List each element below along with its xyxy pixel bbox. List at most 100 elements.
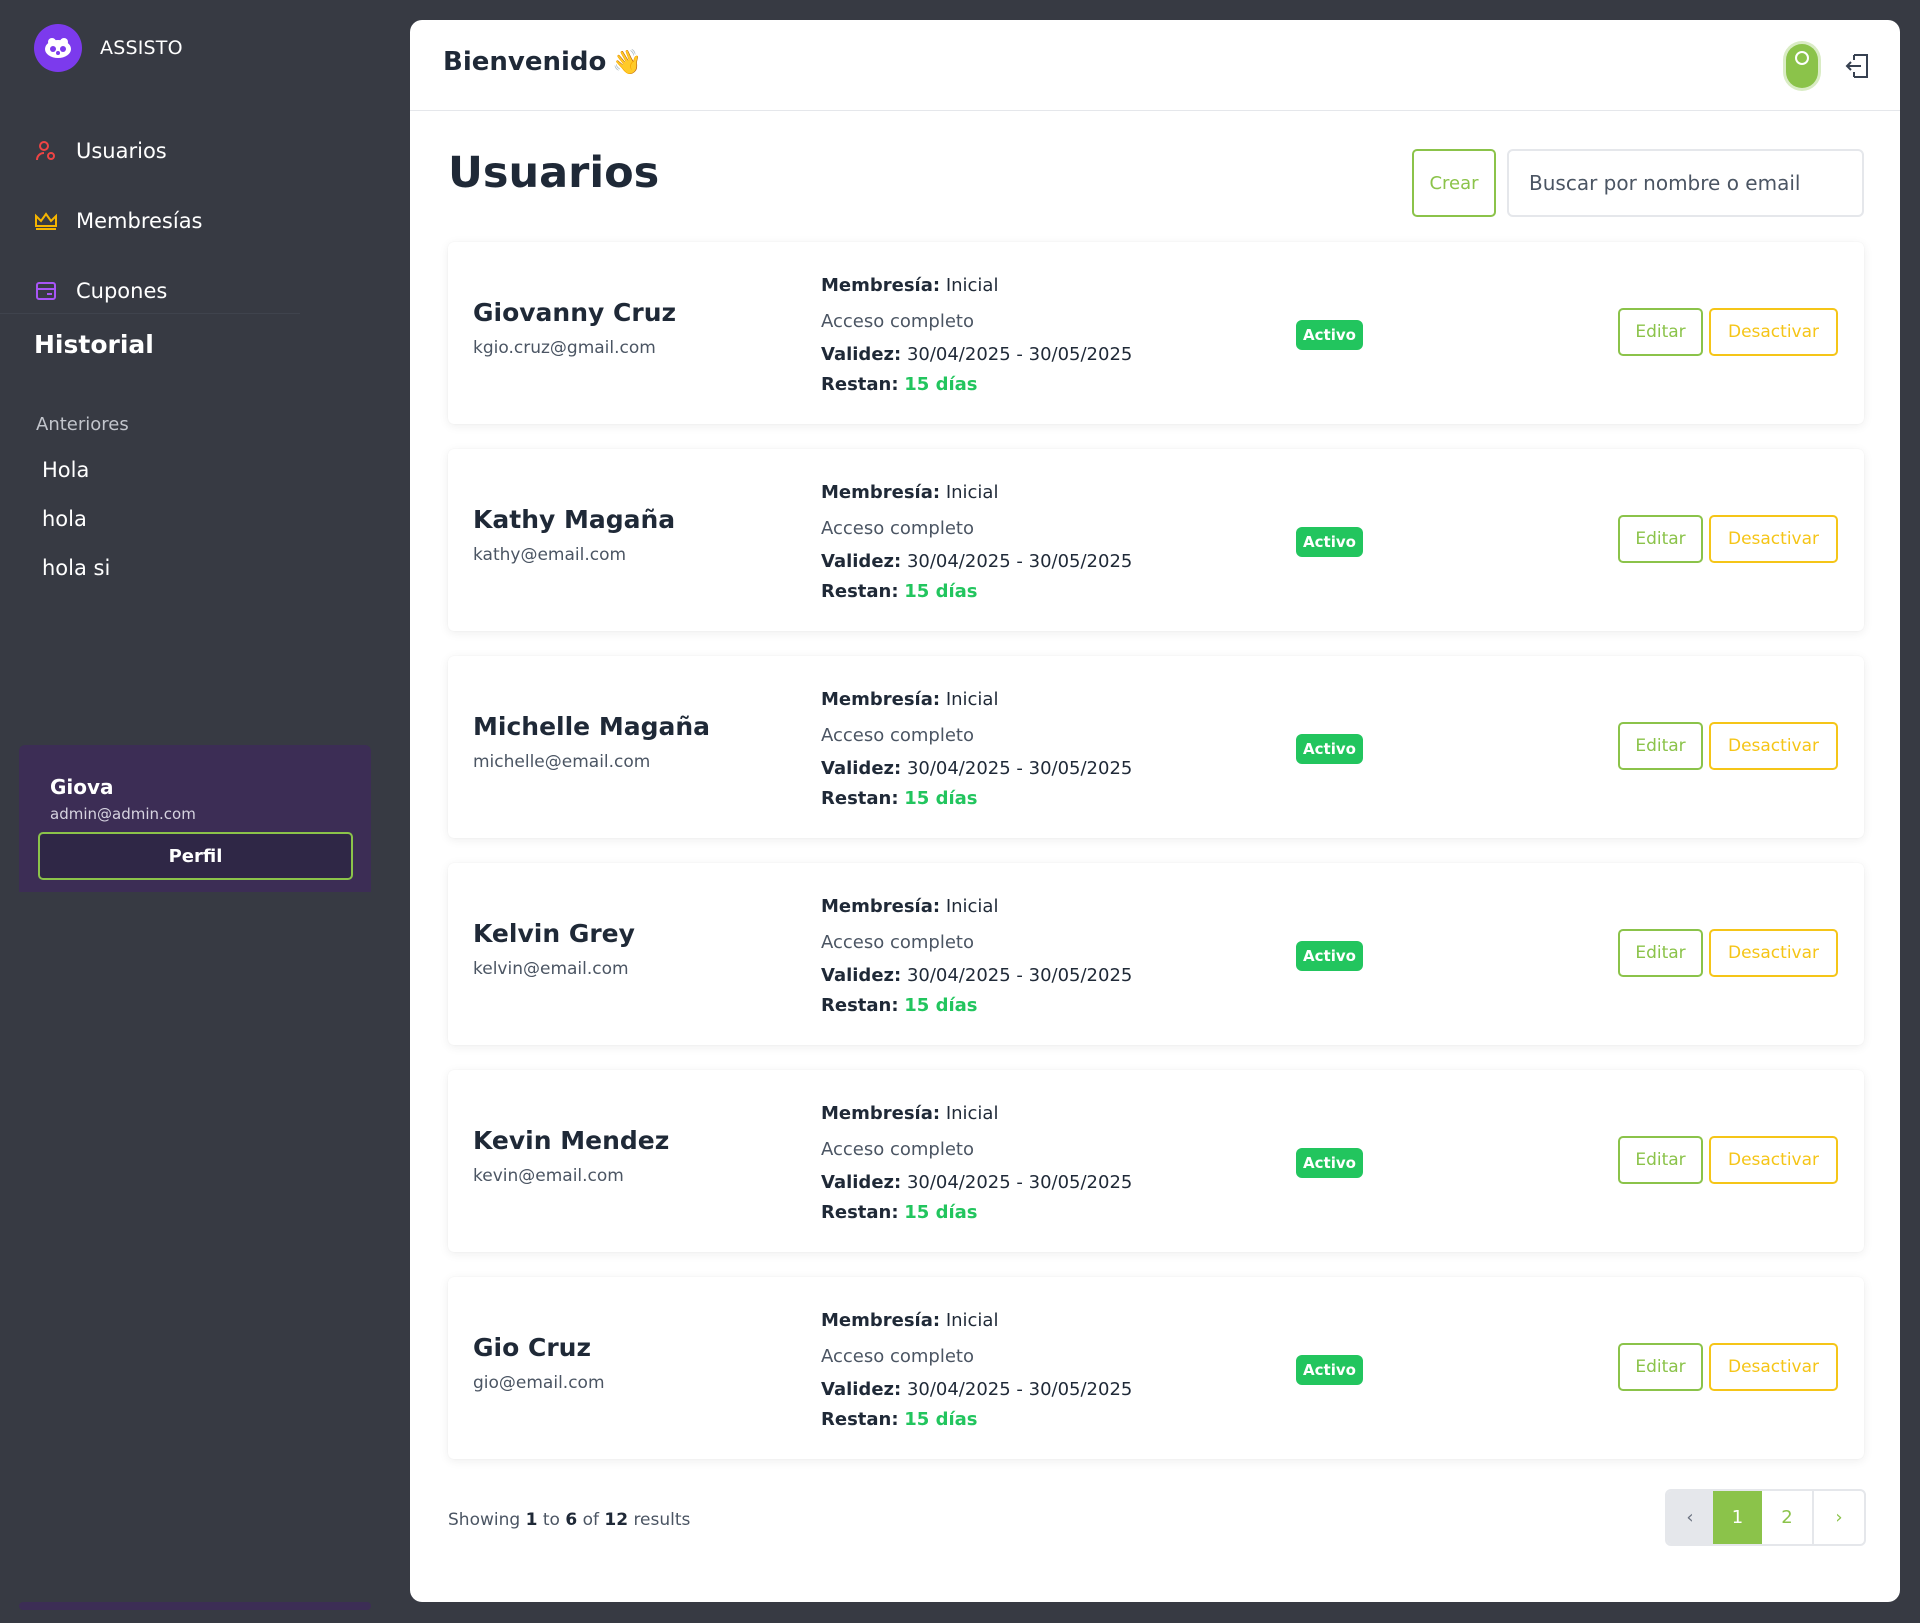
history-item[interactable]: hola si	[42, 544, 110, 593]
membership-info: Membresía: Inicial Acceso completo Valid…	[821, 1096, 1132, 1228]
history-list: Hola hola hola si	[42, 446, 110, 593]
status-badge: Activo	[1296, 1355, 1363, 1385]
access-value: Acceso completo	[821, 311, 974, 332]
membership-value: Inicial	[945, 689, 999, 710]
results-to-word: to	[542, 1510, 560, 1530]
crown-icon	[34, 209, 58, 233]
status-badge: Activo	[1296, 527, 1363, 557]
sidebar-item-cupones[interactable]: Cupones	[34, 256, 203, 326]
membership-label: Membresía:	[821, 689, 941, 710]
validity-value: 30/04/2025 - 30/05/2025	[906, 344, 1133, 365]
membership-value: Inicial	[945, 275, 999, 296]
membership-label: Membresía:	[821, 1310, 941, 1331]
validity-label: Validez:	[821, 344, 902, 365]
validity-value: 30/04/2025 - 30/05/2025	[906, 965, 1133, 986]
deactivate-button[interactable]: Desactivar	[1709, 308, 1838, 356]
validity-label: Validez:	[821, 1172, 902, 1193]
results-from: 1	[525, 1510, 538, 1530]
remaining-label: Restan:	[821, 581, 899, 602]
pagination-prev-button[interactable]: ‹	[1667, 1491, 1713, 1544]
sidebar-divider	[0, 313, 300, 314]
remaining-value: 15 días	[904, 995, 978, 1016]
deactivate-button[interactable]: Desactivar	[1709, 515, 1838, 563]
remaining-value: 15 días	[904, 1409, 978, 1430]
membership-info: Membresía: Inicial Acceso completo Valid…	[821, 268, 1132, 400]
validity-value: 30/04/2025 - 30/05/2025	[906, 758, 1133, 779]
online-status-toggle[interactable]	[1786, 44, 1818, 88]
create-button[interactable]: Crear	[1412, 149, 1496, 217]
pagination: ‹ 1 2 ›	[1665, 1489, 1866, 1546]
sidebar-item-label: Cupones	[76, 279, 168, 303]
topbar: Bienvenido 👋	[410, 20, 1900, 111]
user-email: michelle@email.com	[473, 752, 651, 772]
remaining-label: Restan:	[821, 1202, 899, 1223]
results-summary: Showing 1 to 6 of 12 results	[448, 1510, 690, 1530]
sidebar-item-membresias[interactable]: Membresías	[34, 186, 203, 256]
validity-label: Validez:	[821, 551, 902, 572]
results-total: 12	[604, 1510, 629, 1530]
user-card-row: Kathy Magaña kathy@email.com Membresía: …	[448, 449, 1864, 631]
main-panel: Bienvenido👋 Usuarios Crear Giovanny Cruz…	[410, 20, 1900, 1602]
sidebar: ASSISTO Usuarios Membresías Cupones Hist…	[0, 0, 410, 1623]
deactivate-button[interactable]: Desactivar	[1709, 722, 1838, 770]
user-card-row: Kevin Mendez kevin@email.com Membresía: …	[448, 1070, 1864, 1252]
pagination-next-button[interactable]: ›	[1814, 1491, 1864, 1544]
remaining-value: 15 días	[904, 374, 978, 395]
welcome-text: Bienvenido	[443, 47, 607, 77]
validity-label: Validez:	[821, 758, 902, 779]
user-name: Gio Cruz	[473, 1333, 591, 1362]
access-value: Acceso completo	[821, 1346, 974, 1367]
user-card-row: Michelle Magaña michelle@email.com Membr…	[448, 656, 1864, 838]
search-input[interactable]	[1507, 149, 1864, 217]
sidebar-bottom-bar	[19, 1602, 371, 1610]
membership-label: Membresía:	[821, 1103, 941, 1124]
access-value: Acceso completo	[821, 518, 974, 539]
access-value: Acceso completo	[821, 725, 974, 746]
deactivate-button[interactable]: Desactivar	[1709, 929, 1838, 977]
history-title: Historial	[34, 330, 154, 359]
user-name: Kathy Magaña	[473, 505, 676, 534]
pagination-page-2[interactable]: 2	[1762, 1491, 1814, 1544]
history-item[interactable]: Hola	[42, 446, 110, 495]
edit-button[interactable]: Editar	[1618, 515, 1703, 563]
logout-icon[interactable]	[1842, 50, 1874, 82]
status-badge: Activo	[1296, 941, 1363, 971]
membership-value: Inicial	[945, 896, 999, 917]
user-email: gio@email.com	[473, 1373, 605, 1393]
membership-info: Membresía: Inicial Acceso completo Valid…	[821, 1303, 1132, 1435]
user-name: Kelvin Grey	[473, 919, 635, 948]
edit-button[interactable]: Editar	[1618, 1343, 1703, 1391]
results-showing-word: Showing	[448, 1510, 521, 1530]
results-of-word: of	[582, 1510, 599, 1530]
user-email: kevin@email.com	[473, 1166, 624, 1186]
deactivate-button[interactable]: Desactivar	[1709, 1343, 1838, 1391]
edit-button[interactable]: Editar	[1618, 722, 1703, 770]
history-item[interactable]: hola	[42, 495, 110, 544]
membership-label: Membresía:	[821, 896, 941, 917]
results-to: 6	[565, 1510, 578, 1530]
membership-label: Membresía:	[821, 275, 941, 296]
membership-info: Membresía: Inicial Acceso completo Valid…	[821, 682, 1132, 814]
user-email: kelvin@email.com	[473, 959, 629, 979]
user-card-row: Gio Cruz gio@email.com Membresía: Inicia…	[448, 1277, 1864, 1459]
edit-button[interactable]: Editar	[1618, 1136, 1703, 1184]
pagination-page-1[interactable]: 1	[1713, 1491, 1762, 1544]
status-dot-icon	[1795, 51, 1809, 65]
coupon-icon	[34, 279, 58, 303]
sidebar-item-usuarios[interactable]: Usuarios	[34, 116, 203, 186]
validity-label: Validez:	[821, 1379, 902, 1400]
access-value: Acceso completo	[821, 1139, 974, 1160]
remaining-value: 15 días	[904, 788, 978, 809]
user-name: Kevin Mendez	[473, 1126, 670, 1155]
status-badge: Activo	[1296, 734, 1363, 764]
edit-button[interactable]: Editar	[1618, 929, 1703, 977]
deactivate-button[interactable]: Desactivar	[1709, 1136, 1838, 1184]
validity-value: 30/04/2025 - 30/05/2025	[906, 1172, 1133, 1193]
edit-button[interactable]: Editar	[1618, 308, 1703, 356]
sidebar-item-label: Usuarios	[76, 139, 167, 163]
profile-button[interactable]: Perfil	[38, 832, 353, 880]
brand[interactable]: ASSISTO	[34, 24, 183, 72]
results-word: results	[633, 1510, 691, 1530]
welcome-heading: Bienvenido 👋	[443, 47, 642, 77]
status-badge: Activo	[1296, 1148, 1363, 1178]
